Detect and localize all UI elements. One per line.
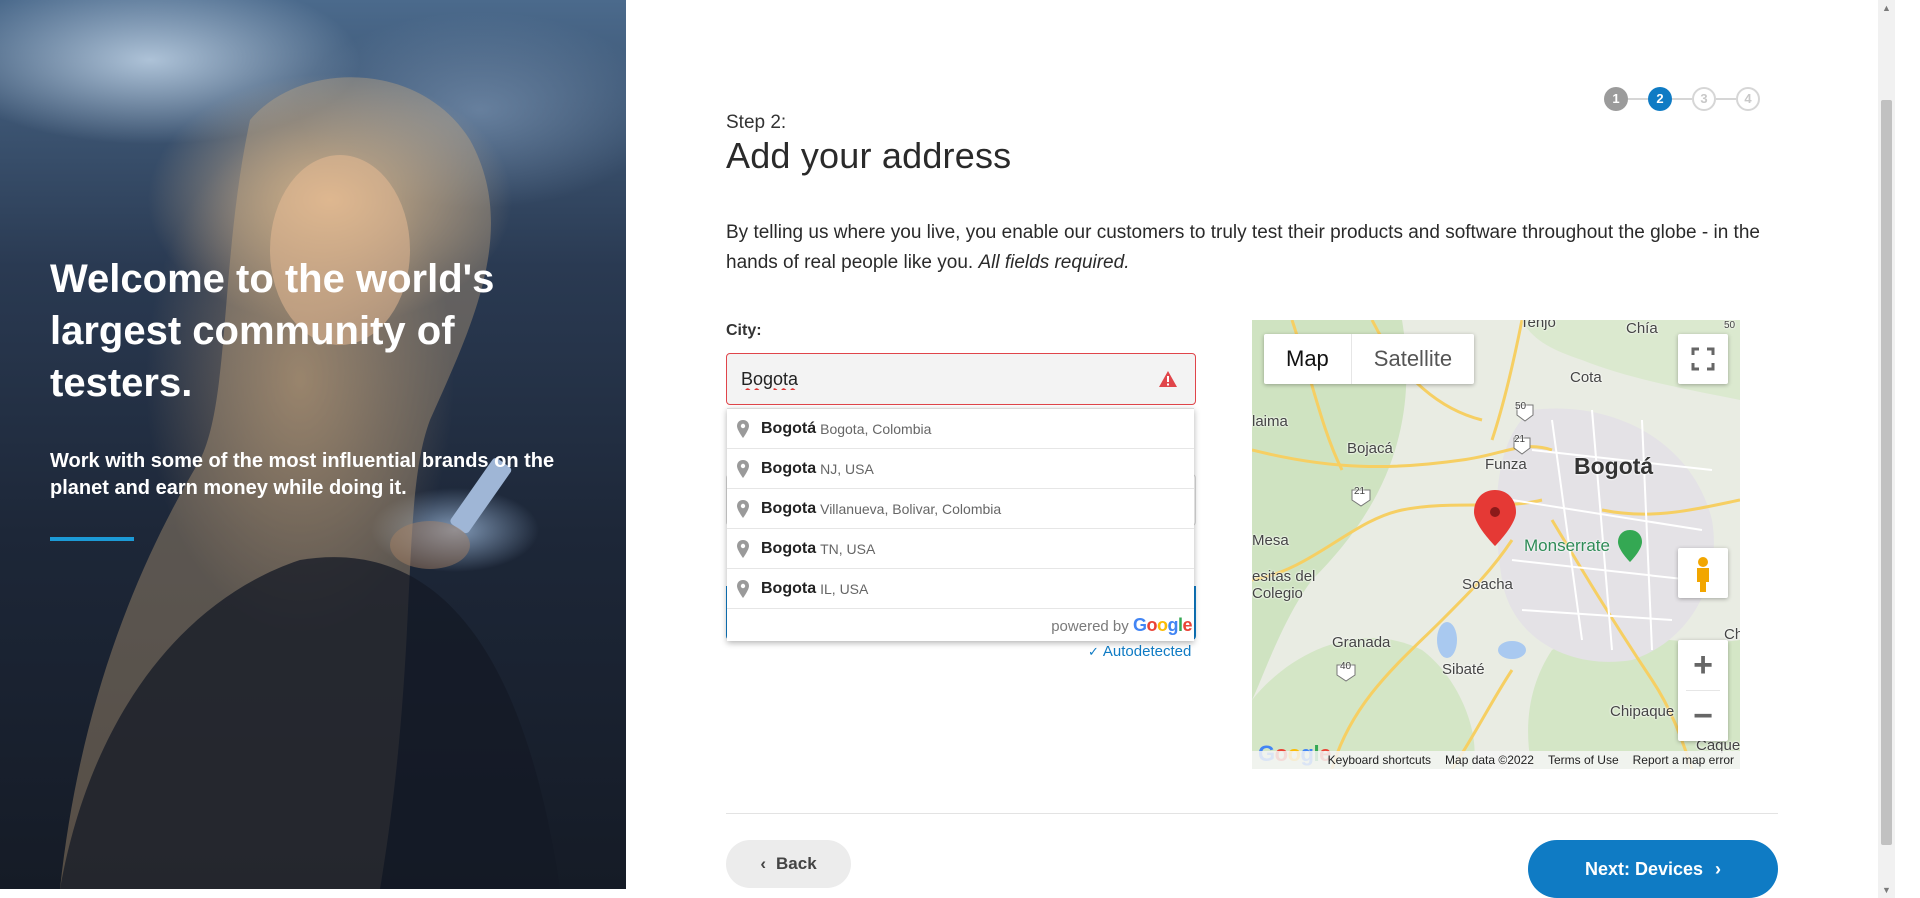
fullscreen-button[interactable] — [1678, 334, 1728, 384]
autocomplete-main: Bogota — [761, 499, 817, 517]
autocomplete-secondary: Villanueva, Bolivar, Colombia — [820, 500, 1002, 517]
powered-by-label: powered by — [1051, 618, 1129, 635]
keyboard-shortcuts-link[interactable]: Keyboard shortcuts — [1328, 751, 1431, 769]
google-logo: Google — [1132, 615, 1193, 635]
map-widget[interactable]: 50 21 21 40 50 Tenjo Chía Cota laima Boj… — [1252, 320, 1740, 769]
check-icon: ✓ — [1088, 644, 1099, 659]
autocomplete-secondary: TN, USA — [820, 540, 876, 557]
autocomplete-secondary: NJ, USA — [820, 460, 874, 477]
route-shield-40: 40 — [1340, 661, 1352, 672]
map-label-chipaque: Chipaque — [1610, 703, 1675, 720]
autocomplete-secondary: Bogota, Colombia — [820, 420, 932, 437]
step-4: 4 — [1736, 87, 1760, 111]
map-label-cota: Cota — [1570, 369, 1602, 386]
map-label-chia: Chía — [1626, 320, 1658, 337]
map-label-mesa: Mesa — [1252, 532, 1289, 549]
chevron-right-icon: › — [1715, 858, 1722, 879]
step-1: 1 — [1604, 87, 1628, 111]
map-label-soacha: Soacha — [1462, 576, 1513, 593]
map-type-control: Map Satellite — [1264, 334, 1475, 384]
map-footer: Keyboard shortcuts Map data ©2022 Terms … — [1252, 751, 1740, 769]
map-label-tenjo: Tenjo — [1520, 320, 1556, 331]
autocomplete-item[interactable]: Bogota IL, USA — [727, 569, 1194, 609]
autocomplete-item[interactable]: Bogota Villanueva, Bolivar, Colombia — [727, 489, 1194, 529]
autocomplete-main: Bogotá — [761, 419, 817, 437]
hero-panel: Welcome to the world's largest community… — [0, 0, 626, 889]
intro-required-note: All fields required. — [978, 252, 1130, 273]
route-shield-21b: 21 — [1354, 486, 1366, 497]
city-input[interactable] — [726, 353, 1196, 405]
autocomplete-main: Bogota — [761, 579, 817, 597]
autodetected-label: Autodetected — [1102, 643, 1192, 660]
step-connector — [1628, 98, 1648, 100]
zoom-in-button[interactable]: + — [1678, 640, 1728, 690]
street-view-pegman-button[interactable] — [1678, 548, 1728, 598]
location-pin-icon — [737, 499, 749, 518]
map-label-bojaca: Bojacá — [1347, 440, 1393, 457]
map-label-bogota: Bogotá — [1574, 453, 1654, 479]
location-pin-icon — [737, 579, 749, 598]
intro-body: By telling us where you live, you enable… — [726, 222, 1760, 273]
map-type-satellite-button[interactable]: Satellite — [1352, 334, 1474, 384]
location-pin-icon — [737, 419, 749, 438]
warning-icon — [1159, 371, 1177, 387]
autocomplete-item[interactable]: Bogota TN, USA — [727, 529, 1194, 569]
map-label-funza: Funza — [1485, 456, 1527, 473]
autocomplete-item[interactable]: Bogotá Bogota, Colombia — [727, 409, 1194, 449]
route-shield-50: 50 — [1515, 401, 1527, 412]
intro-text: By telling us where you live, you enable… — [726, 218, 1766, 278]
map-type-map-button[interactable]: Map — [1264, 334, 1352, 384]
autocomplete-item[interactable]: Bogota NJ, USA — [727, 449, 1194, 489]
location-pin-icon — [737, 459, 749, 478]
route-shield-50b: 50 — [1724, 320, 1736, 331]
hero-photo — [60, 77, 560, 889]
hero-subtitle: Work with some of the most influential b… — [50, 450, 555, 499]
pegman-icon — [1697, 557, 1709, 592]
map-label-colegio: esitas del Colegio — [1252, 568, 1316, 602]
location-pin-icon — [737, 539, 749, 558]
hero-accent-rule — [50, 537, 134, 541]
route-shield-21: 21 — [1514, 434, 1526, 445]
zoom-out-button[interactable]: − — [1678, 691, 1728, 741]
next-devices-button[interactable]: Next: Devices › — [1528, 840, 1778, 898]
scroll-down-arrow-icon[interactable]: ▼ — [1881, 884, 1892, 896]
autocomplete-dropdown: Bogotá Bogota, Colombia Bogota NJ, USA B… — [727, 408, 1194, 641]
step-connector — [1672, 98, 1692, 100]
back-button-label: Back — [776, 854, 817, 873]
zoom-control: + − — [1678, 640, 1728, 741]
scrollbar-thumb[interactable] — [1881, 100, 1892, 845]
step-label: Step 2: — [726, 112, 787, 133]
map-tiles — [1252, 320, 1740, 769]
autocomplete-secondary: IL, USA — [820, 580, 869, 597]
scroll-up-arrow-icon[interactable]: ▲ — [1881, 2, 1892, 14]
step-connector — [1716, 98, 1736, 100]
autodetected-note: ✓ Autodetected — [1088, 643, 1191, 660]
report-map-error-link[interactable]: Report a map error — [1633, 751, 1734, 769]
city-label: City: — [726, 322, 762, 339]
chevron-left-icon: ‹ — [760, 854, 767, 873]
next-button-label: Next: Devices — [1584, 858, 1704, 879]
autocomplete-main: Bogota — [761, 459, 817, 477]
page-title: Add your address — [726, 135, 1012, 176]
map-label-alaima: laima — [1252, 413, 1288, 430]
autocomplete-main: Bogota — [761, 539, 817, 557]
terms-of-use-link[interactable]: Terms of Use — [1548, 751, 1619, 769]
map-label-granada: Granada — [1332, 634, 1391, 651]
form-divider — [726, 813, 1778, 814]
step-3: 3 — [1692, 87, 1716, 111]
hero-title: Welcome to the world's largest community… — [50, 257, 495, 405]
powered-by-google: powered by Google — [727, 609, 1194, 641]
progress-stepper: 1 2 3 4 — [1604, 87, 1764, 111]
step-2: 2 — [1648, 87, 1672, 111]
map-label-sibate: Sibaté — [1442, 661, 1485, 678]
map-data-attribution: Map data ©2022 — [1445, 753, 1534, 767]
back-button[interactable]: ‹ Back — [726, 840, 851, 888]
map-label-monserrate: Monserrate — [1524, 536, 1610, 555]
fullscreen-icon — [1691, 347, 1715, 371]
